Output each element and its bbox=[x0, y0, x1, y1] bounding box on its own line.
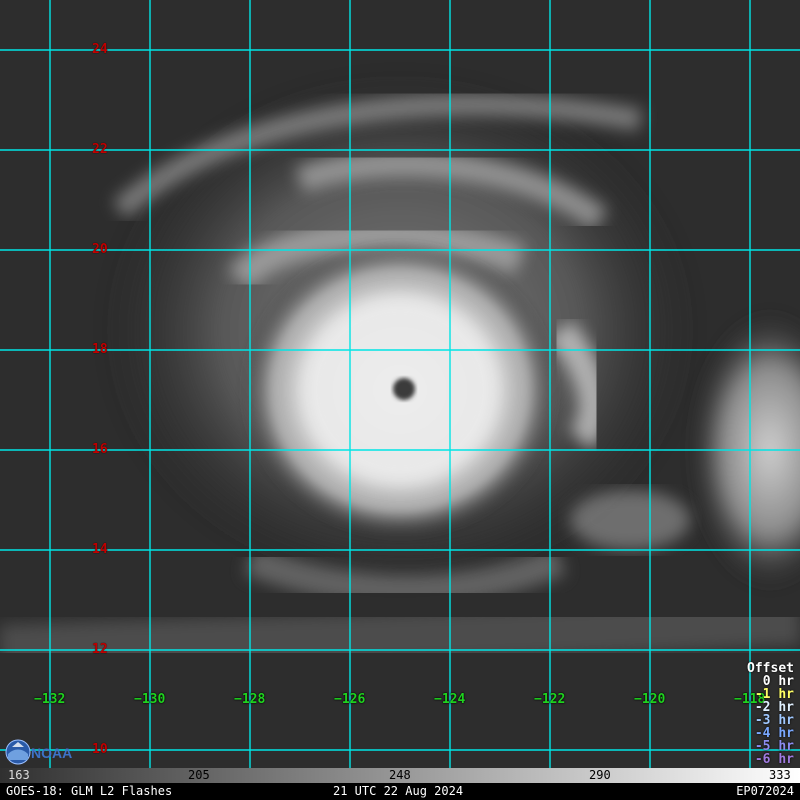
product-label: GOES-18: GLM L2 Flashes bbox=[6, 784, 173, 798]
offset-legend: Offset 0 hr -1 hr -2 hr -3 hr -4 hr -5 h… bbox=[747, 662, 794, 766]
svg-text:NOAA: NOAA bbox=[31, 745, 72, 761]
satellite-map: 24 22 20 18 16 14 12 10 −132 −130 −128 −… bbox=[0, 0, 800, 800]
lon-label-120: −120 bbox=[634, 692, 666, 707]
satellite-imagery bbox=[0, 0, 800, 768]
lat-label-16: 16 bbox=[92, 442, 108, 457]
colorbar-tick: 163 bbox=[8, 768, 30, 782]
lon-label-128: −128 bbox=[234, 692, 266, 707]
lat-label-22: 22 bbox=[92, 142, 108, 157]
lat-label-24: 24 bbox=[92, 42, 108, 57]
lat-label-10: 10 bbox=[92, 742, 108, 757]
storm-id-label: EP072024 bbox=[736, 784, 794, 798]
colorbar-tick: 248 bbox=[389, 768, 411, 782]
lon-label-130: −130 bbox=[134, 692, 166, 707]
lat-label-20: 20 bbox=[92, 242, 108, 257]
lon-label-132: −132 bbox=[34, 692, 66, 707]
lon-label-126: −126 bbox=[334, 692, 366, 707]
timestamp-label: 21 UTC 22 Aug 2024 bbox=[333, 784, 464, 798]
colorbar-tick: 333 bbox=[769, 768, 791, 782]
colorbar-tick: 290 bbox=[589, 768, 611, 782]
noaa-logo-icon: NOAA bbox=[4, 738, 74, 770]
legend-item-6hr: -6 hr bbox=[754, 752, 794, 767]
colorbar-tick: 205 bbox=[188, 768, 210, 782]
lat-label-12: 12 bbox=[92, 642, 108, 657]
lon-label-124: −124 bbox=[434, 692, 466, 707]
lon-label-122: −122 bbox=[534, 692, 566, 707]
lat-label-14: 14 bbox=[92, 542, 108, 557]
lat-label-18: 18 bbox=[92, 342, 108, 357]
hurricane-eye bbox=[393, 378, 415, 400]
footer-bar: GOES-18: GLM L2 Flashes 21 UTC 22 Aug 20… bbox=[0, 783, 800, 800]
